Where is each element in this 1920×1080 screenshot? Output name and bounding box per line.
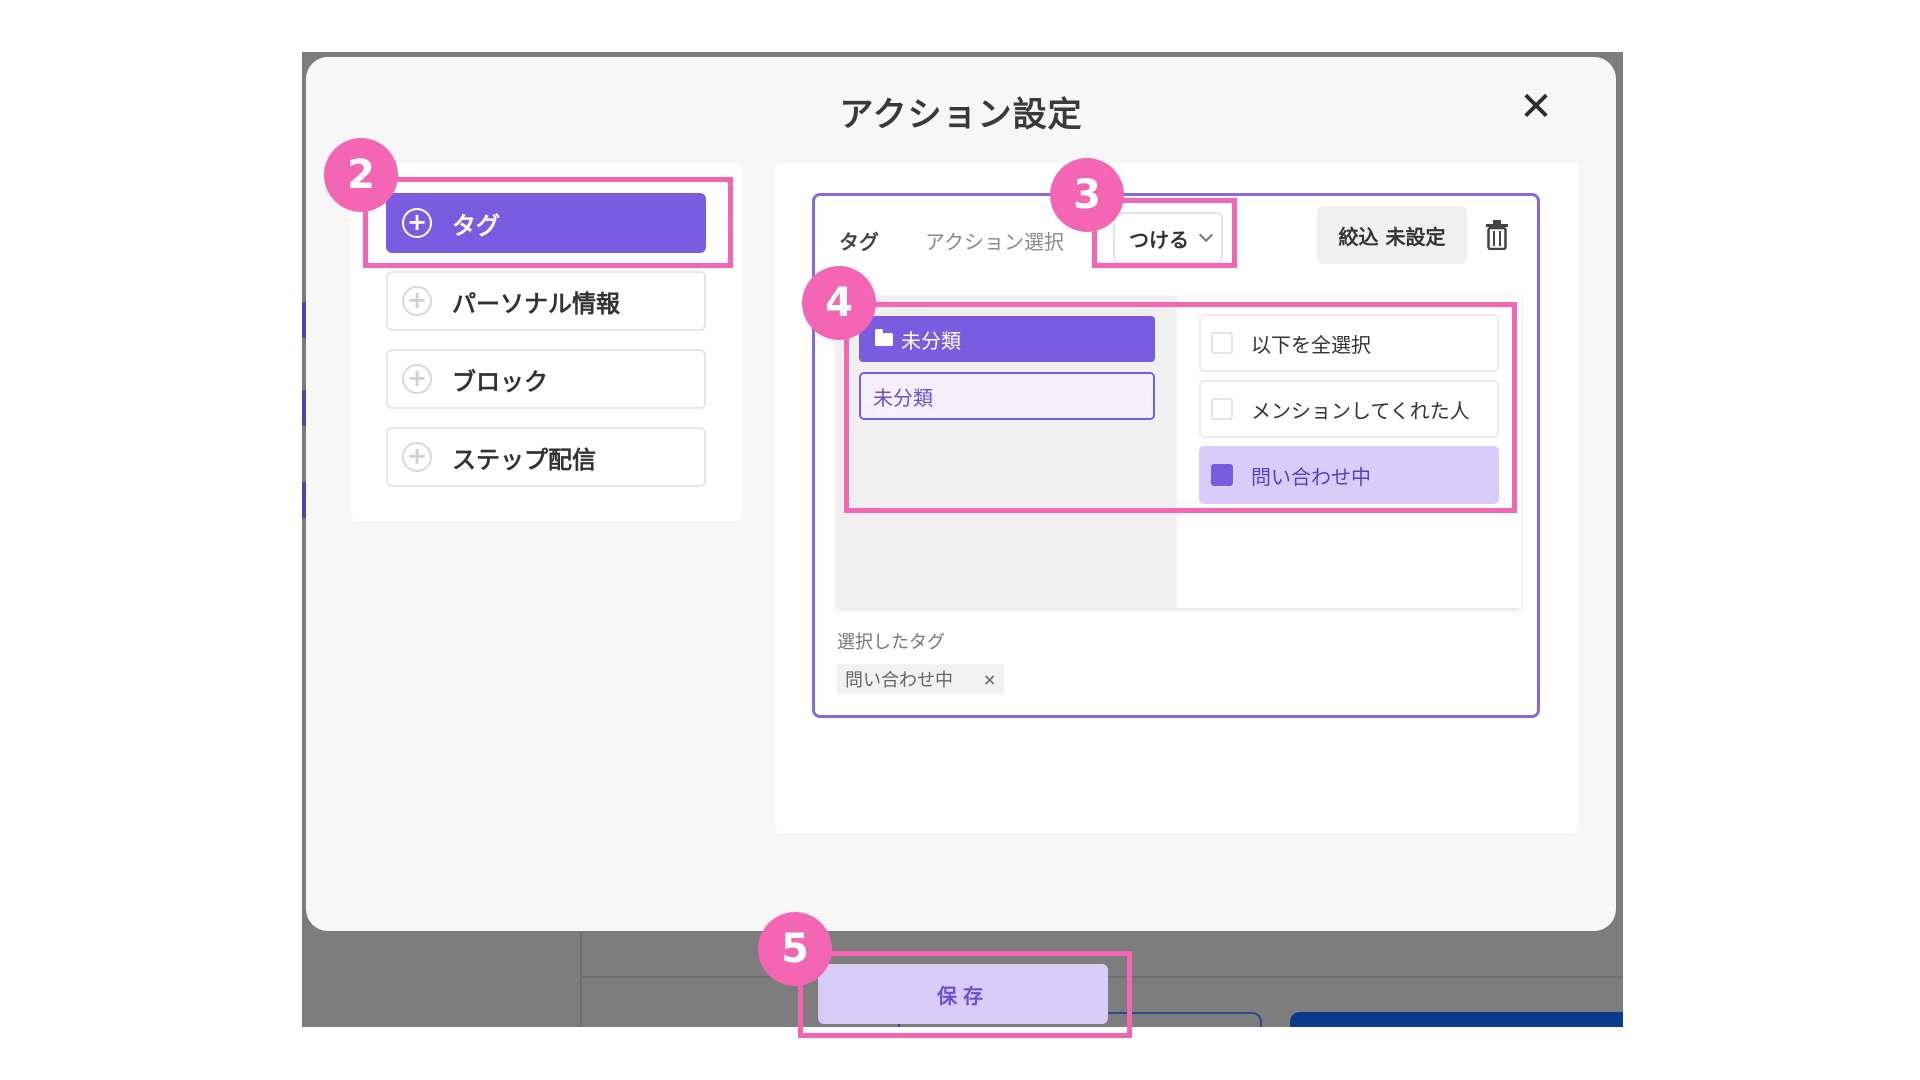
action-type-personal-info[interactable]: + パーソナル情報 — [386, 271, 706, 331]
action-select-label: アクション選択 — [925, 230, 1064, 254]
action-type-heading: タグ — [839, 230, 879, 254]
selected-tag-label: 問い合わせ中 — [845, 670, 953, 691]
action-type-step-delivery[interactable]: + ステップ配信 — [386, 427, 706, 487]
background-button — [1290, 1012, 1623, 1027]
highlight-box — [798, 951, 1132, 1038]
filter-button[interactable]: 絞込 未設定 — [1317, 206, 1467, 264]
highlight-box — [363, 177, 733, 268]
plus-circle-icon: + — [402, 442, 432, 472]
plus-circle-icon: + — [402, 286, 432, 316]
close-icon[interactable]: ✕ — [1518, 87, 1554, 127]
step-badge: 2 — [324, 138, 398, 212]
trash-icon[interactable] — [1485, 220, 1509, 250]
step-badge: 5 — [758, 912, 832, 986]
action-type-block[interactable]: + ブロック — [386, 349, 706, 409]
action-type-label: ブロック — [452, 367, 548, 396]
selected-tag-chip: 問い合わせ中 × — [837, 664, 1005, 694]
remove-tag-icon[interactable]: × — [983, 670, 996, 689]
background-divider — [580, 932, 582, 1027]
action-type-label: パーソナル情報 — [452, 289, 620, 318]
step-badge: 3 — [1050, 158, 1124, 232]
highlight-box — [844, 302, 1517, 513]
action-type-label: ステップ配信 — [452, 445, 596, 474]
step-badge: 4 — [802, 266, 876, 340]
selected-tags-heading: 選択したタグ — [837, 632, 945, 653]
plus-circle-icon: + — [402, 364, 432, 394]
modal-title: アクション設定 — [839, 95, 1083, 135]
